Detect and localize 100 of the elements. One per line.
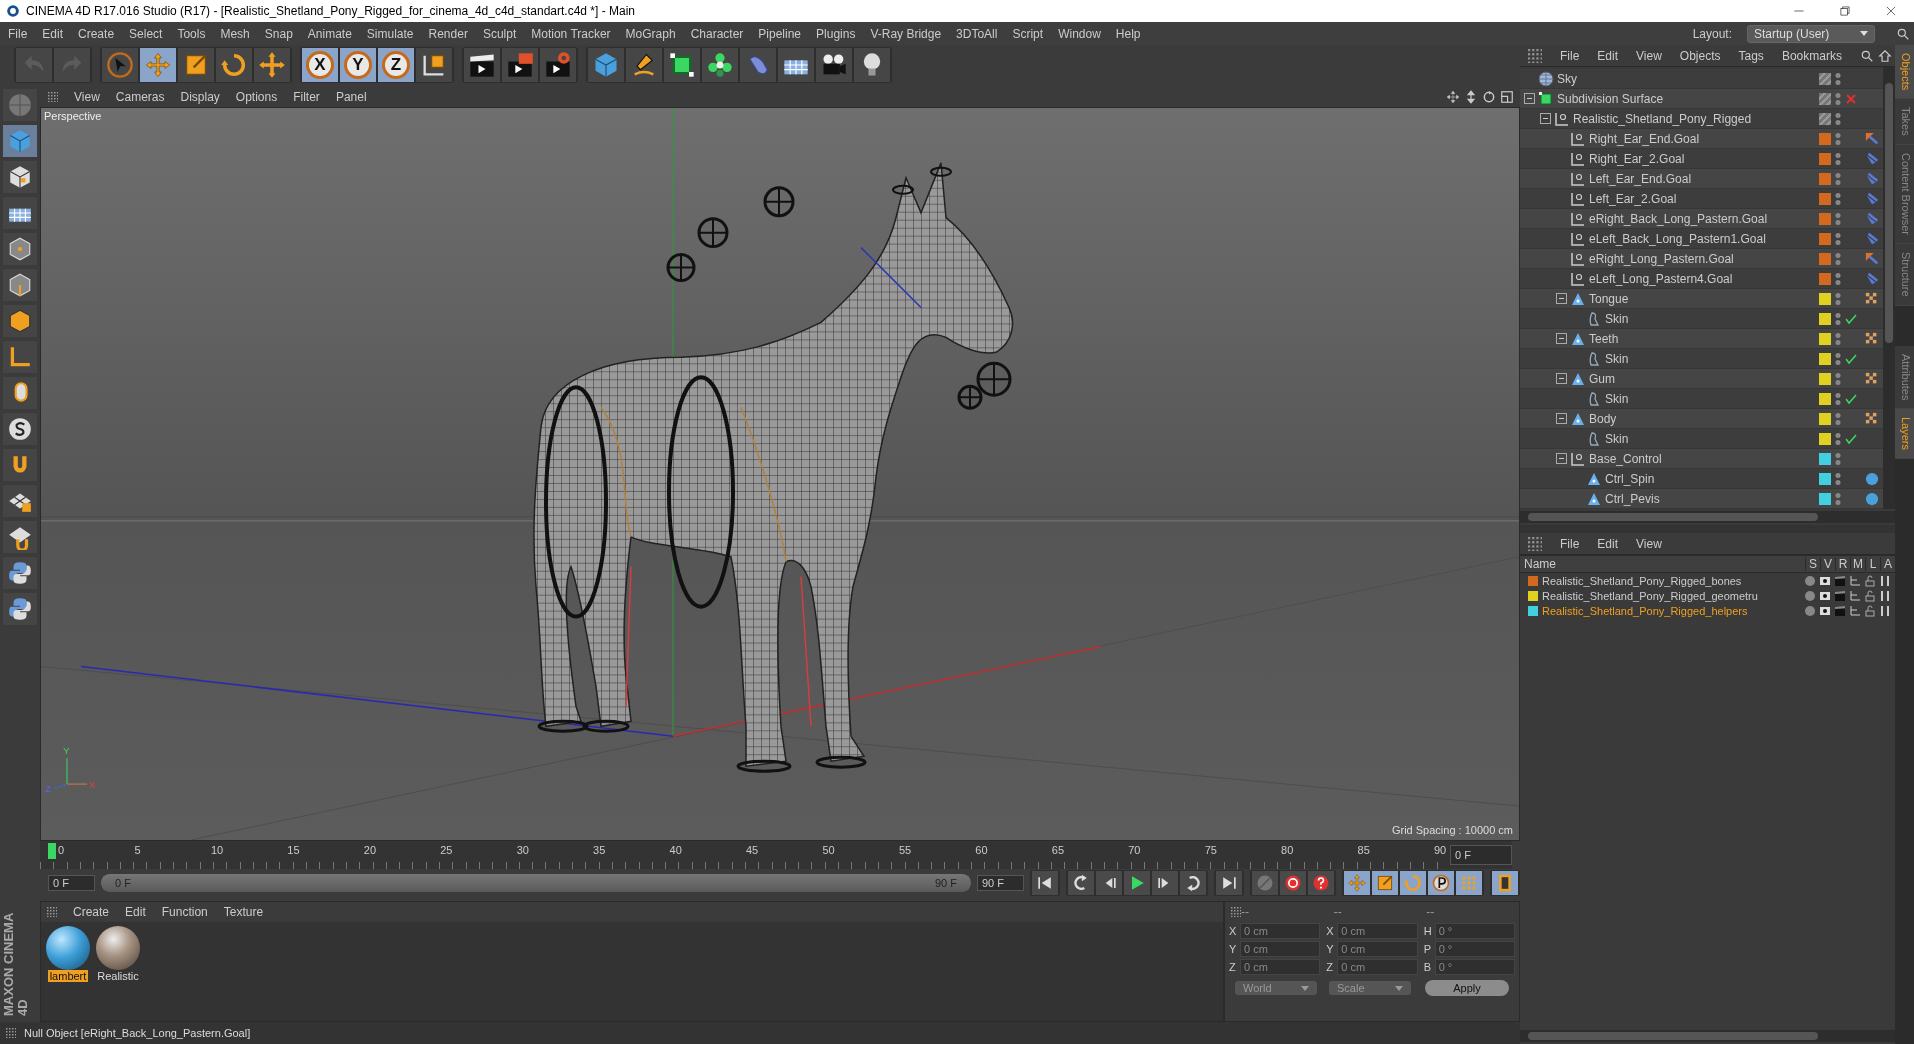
- layer-color-swatch[interactable]: [1819, 132, 1831, 145]
- record-circle-icon[interactable]: [1283, 873, 1303, 893]
- object-row[interactable]: Sky: [1520, 70, 1819, 87]
- menu-item[interactable]: Tools: [177, 26, 206, 41]
- visibility-dots-icon[interactable]: [1834, 291, 1842, 306]
- current-frame-field[interactable]: 0 F: [1450, 845, 1512, 865]
- coordinate-field[interactable]: 0 °: [1434, 923, 1515, 939]
- visibility-dots-icon[interactable]: [1834, 231, 1842, 246]
- layer-color-swatch[interactable]: [1819, 492, 1831, 505]
- layer-name[interactable]: Realistic_Shetland_Pony_Rigged_helpers: [1542, 604, 1800, 617]
- grip-icon[interactable]: [47, 907, 57, 917]
- sphere-tag-icon[interactable]: [1865, 471, 1879, 486]
- material-name[interactable]: Realistic: [95, 970, 141, 982]
- sphere-tag-icon[interactable]: [1865, 491, 1879, 506]
- axis-lock-button[interactable]: X: [302, 48, 338, 82]
- menu-item[interactable]: Edit: [1597, 48, 1619, 63]
- weight-tag-icon[interactable]: [1865, 331, 1879, 346]
- clapperboard-icon[interactable]: [544, 51, 572, 79]
- weight-tag-icon[interactable]: [1865, 291, 1879, 306]
- lock-icon[interactable]: [1864, 574, 1876, 587]
- axis-lock-button[interactable]: Z: [378, 48, 414, 82]
- grip-icon[interactable]: [1231, 907, 1241, 917]
- menu-item[interactable]: Panel: [335, 90, 367, 104]
- hierarchy-icon[interactable]: [1849, 589, 1861, 602]
- close-icon[interactable]: [1884, 4, 1898, 18]
- visibility-dots-icon[interactable]: [1834, 471, 1842, 486]
- lock-icon[interactable]: [1864, 589, 1876, 602]
- menu-item[interactable]: MoGraph: [625, 26, 676, 41]
- menu-item[interactable]: Tags: [1738, 48, 1764, 63]
- menu-item[interactable]: 3DToAll: [956, 26, 998, 41]
- layer-color-swatch[interactable]: [1819, 452, 1831, 465]
- clapperboard-icon[interactable]: [506, 51, 534, 79]
- visibility-dots-icon[interactable]: [1834, 431, 1842, 446]
- menu-item[interactable]: Display: [180, 90, 220, 104]
- end-frame-field[interactable]: 90 F: [977, 875, 1024, 891]
- playhead-marker[interactable]: [48, 843, 56, 859]
- grip-icon[interactable]: [6, 1028, 16, 1038]
- lock-icon[interactable]: [1864, 604, 1876, 617]
- eye-icon[interactable]: [1819, 589, 1831, 602]
- visibility-dots-icon[interactable]: [1834, 411, 1842, 426]
- visibility-dots-icon[interactable]: [1834, 251, 1842, 266]
- solo-dot-icon[interactable]: [1804, 604, 1816, 617]
- menu-item[interactable]: Edit: [1597, 536, 1619, 551]
- hierarchy-icon[interactable]: [1849, 604, 1861, 617]
- menu-item[interactable]: Character: [690, 26, 744, 41]
- grip-icon[interactable]: [48, 92, 58, 102]
- cross-arrows-icon[interactable]: [258, 51, 286, 79]
- menu-item[interactable]: Plugins: [816, 26, 856, 41]
- cursor-icon[interactable]: [106, 51, 134, 79]
- checkmark-icon[interactable]: [1845, 392, 1857, 405]
- visibility-dots-icon[interactable]: [1834, 491, 1842, 506]
- visibility-dots-icon[interactable]: [1834, 151, 1842, 166]
- object-row[interactable]: eLeft_Back_Long_Pastern1.Goal: [1520, 230, 1819, 247]
- menu-item[interactable]: Create: [78, 26, 115, 41]
- object-row[interactable]: Skin: [1520, 310, 1819, 327]
- visibility-dots-icon[interactable]: [1834, 371, 1842, 386]
- ik-tag-icon[interactable]: [1865, 211, 1879, 226]
- layer-color-swatch[interactable]: [1819, 92, 1831, 105]
- solo-dot-icon[interactable]: [1804, 574, 1816, 587]
- layer-name[interactable]: Realistic_Shetland_Pony_Rigged_bones: [1542, 574, 1800, 587]
- checkmark-icon[interactable]: [1845, 312, 1857, 325]
- eye-icon[interactable]: [1819, 604, 1831, 617]
- eye-icon[interactable]: [1819, 574, 1831, 587]
- coordinate-field[interactable]: 0 cm: [1337, 959, 1418, 975]
- search-icon[interactable]: [1896, 26, 1910, 41]
- coordinate-field[interactable]: 0 cm: [1240, 941, 1321, 957]
- cube-icon[interactable]: [7, 236, 33, 262]
- menu-item[interactable]: Options: [235, 90, 278, 104]
- layer-color-swatch[interactable]: [1819, 172, 1831, 185]
- ik-tag-icon[interactable]: [1865, 191, 1879, 206]
- coordinate-field[interactable]: 0 cm: [1240, 923, 1321, 939]
- visibility-dots-icon[interactable]: [1834, 331, 1842, 346]
- material-sphere-icon[interactable]: [46, 926, 90, 970]
- layer-color-swatch[interactable]: [1819, 392, 1831, 405]
- scale-square-icon[interactable]: [1375, 873, 1395, 893]
- collapse-icon[interactable]: [1556, 373, 1567, 384]
- visibility-dots-icon[interactable]: [1834, 91, 1842, 106]
- s-circle-icon[interactable]: [7, 416, 33, 442]
- menu-item[interactable]: Animate: [307, 26, 352, 41]
- question-circle-icon[interactable]: [1311, 873, 1331, 893]
- ik-tag-icon[interactable]: [1865, 171, 1879, 186]
- scrollbar[interactable]: [1520, 511, 1895, 523]
- coordinate-field[interactable]: 0 °: [1434, 959, 1515, 975]
- weight-tag-icon[interactable]: [1865, 411, 1879, 426]
- menu-item[interactable]: Texture: [223, 905, 264, 919]
- layer-color-swatch[interactable]: [1819, 292, 1831, 305]
- menu-item[interactable]: Cameras: [115, 90, 165, 104]
- object-row[interactable]: Skin: [1520, 350, 1819, 367]
- menu-item[interactable]: Script: [1012, 26, 1044, 41]
- layer-color-swatch[interactable]: [1819, 432, 1831, 445]
- menu-item[interactable]: Render: [428, 26, 468, 41]
- coordinate-field[interactable]: 0 cm: [1337, 941, 1418, 957]
- material-sphere-icon[interactable]: [96, 926, 140, 970]
- ik-tag-icon[interactable]: [1865, 131, 1879, 146]
- menu-item[interactable]: Bookmarks: [1781, 48, 1842, 63]
- panel-tab[interactable]: Objects: [1895, 45, 1914, 100]
- collapse-icon[interactable]: [1556, 293, 1567, 304]
- hierarchy-icon[interactable]: [1849, 574, 1861, 587]
- apply-button[interactable]: Apply: [1425, 980, 1509, 996]
- layer-color-swatch[interactable]: [1819, 72, 1831, 85]
